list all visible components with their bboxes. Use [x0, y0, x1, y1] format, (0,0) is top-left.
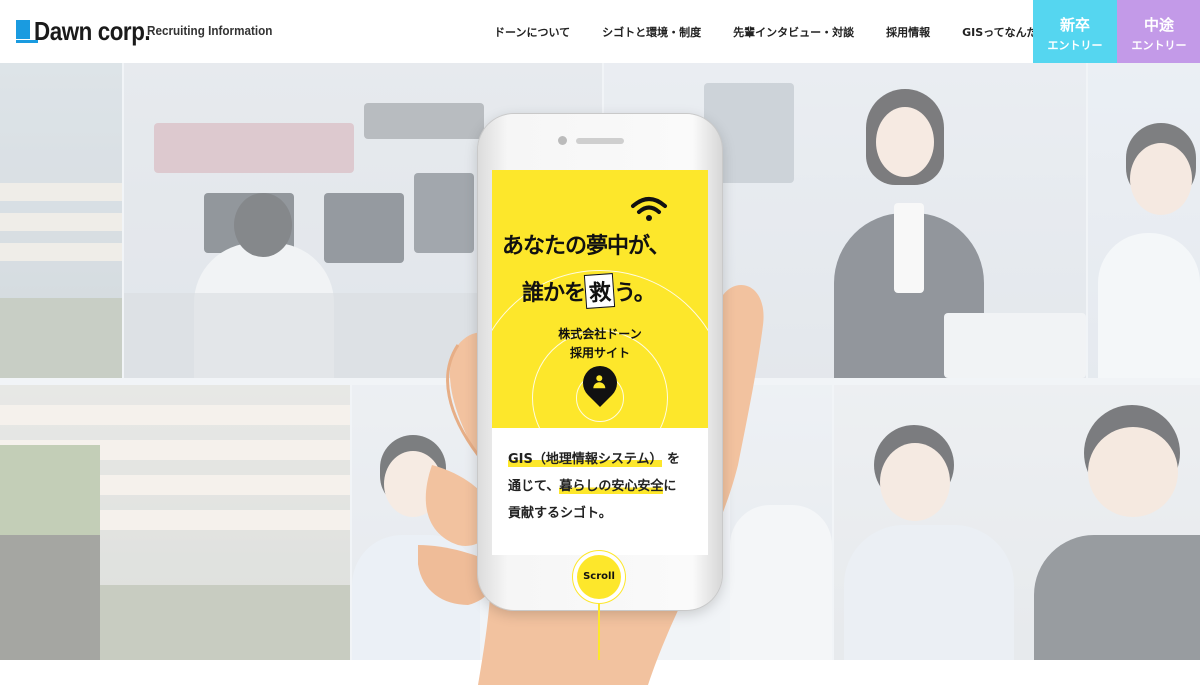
entry-new-title: 新卒	[1059, 16, 1090, 34]
photo-man-right-top	[1088, 63, 1200, 378]
copy-text-3: に	[663, 479, 677, 494]
catchphrase-line1: あなたの夢中が、	[502, 234, 671, 259]
entry-mid-title: 中途	[1143, 16, 1174, 34]
person-glyph	[592, 375, 606, 389]
catchphrase-line2: 誰かを救う。	[522, 273, 656, 309]
hero-description: GIS（地理情報システム） を 通じて、暮らしの安心安全に 貢献するシゴト。	[508, 446, 700, 527]
photo-men-laughing	[834, 385, 1200, 660]
person-head	[596, 375, 603, 382]
phone-camera	[558, 136, 567, 145]
logo-mark-icon	[16, 19, 38, 43]
photo-stairs-fountain	[0, 385, 350, 660]
company-name: 株式会社ドーン	[558, 327, 642, 341]
scroll-line	[598, 604, 600, 660]
copy-text-1: を	[667, 452, 681, 467]
nav-work-environment[interactable]: シゴトと環境・制度	[586, 24, 717, 40]
nav-recruitment[interactable]: 採用情報	[870, 24, 946, 40]
copy-text-4: 貢献するシゴト。	[508, 506, 612, 521]
catchphrase-line2-post: う。	[614, 281, 656, 306]
nav-interviews[interactable]: 先輩インタビュー・対談	[717, 24, 870, 40]
copy-highlight-gis: GIS（地理情報システム）	[508, 452, 663, 467]
copy-text-2: 通じて、	[508, 479, 560, 494]
copy-highlight-safety: 暮らしの安心安全	[559, 479, 664, 494]
mid-career-entry-button[interactable]: 中途 エントリー	[1117, 0, 1200, 63]
scroll-button[interactable]: Scroll	[577, 555, 621, 599]
site-name: 採用サイト	[569, 346, 630, 360]
hero-yellow-panel: あなたの夢中が、 誰かを救う。 株式会社ドーン 採用サイト	[492, 170, 708, 428]
logo-text: Dawn corp.	[34, 15, 151, 46]
phone-screen: あなたの夢中が、 誰かを救う。 株式会社ドーン 採用サイト GIS（地理情報シス…	[492, 170, 708, 555]
global-nav: ドーンについて シゴトと環境・制度 先輩インタビュー・対談 採用情報 GISって…	[478, 0, 1065, 63]
catchphrase-line2-pre: 誰かを	[522, 281, 586, 306]
photo-stairs-top	[0, 63, 122, 378]
entry-new-label: エントリー	[1047, 39, 1103, 52]
phone-speaker	[576, 138, 624, 144]
nav-about[interactable]: ドーンについて	[478, 24, 586, 40]
new-grad-entry-button[interactable]: 新卒 エントリー	[1033, 0, 1117, 63]
catchphrase-kanji-box: 救	[583, 273, 616, 309]
wifi-signal-icon	[631, 197, 667, 221]
person-body	[593, 382, 606, 389]
site-header: Dawn corp. Recruiting Information ドーンについ…	[0, 0, 1200, 63]
logo-subtitle: Recruiting Information	[147, 23, 273, 38]
entry-mid-label: エントリー	[1131, 39, 1187, 52]
